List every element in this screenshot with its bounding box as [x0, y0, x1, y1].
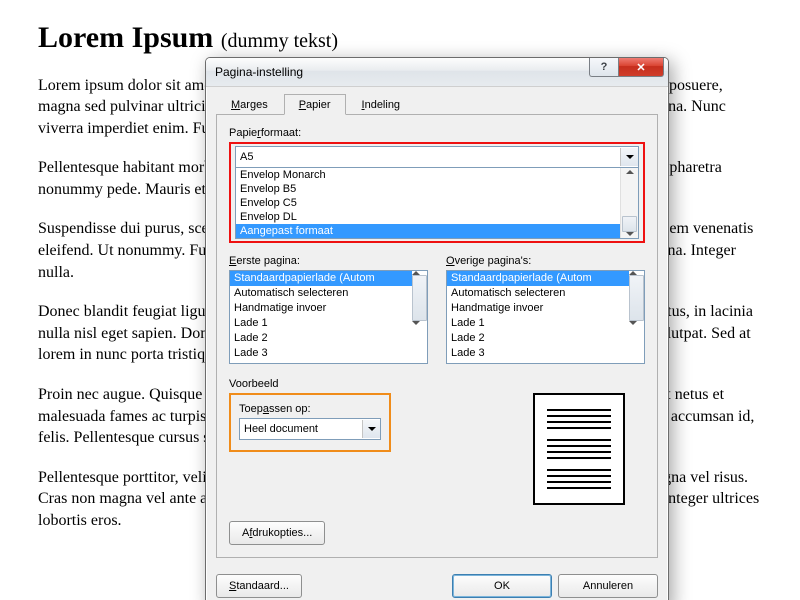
- chevron-down-icon: [626, 155, 634, 159]
- tab-marges[interactable]: Marges: [216, 94, 283, 115]
- other-pages-tray-list[interactable]: Standaardpapierlade (Autom Automatisch s…: [446, 270, 645, 364]
- tray-option[interactable]: Handmatige invoer: [447, 301, 629, 316]
- close-button[interactable]: ✕: [618, 58, 664, 77]
- titlebar[interactable]: Pagina-instelling ? ✕: [206, 58, 668, 87]
- tray-option[interactable]: Lade 1: [230, 316, 412, 331]
- paper-size-dropdown-button[interactable]: [620, 148, 638, 166]
- default-button[interactable]: Standaard...: [216, 574, 302, 598]
- tray-option-selected[interactable]: Standaardpapierlade (Autom: [230, 271, 412, 286]
- first-page-label: Eerste pagina:: [229, 255, 428, 267]
- title-sub: (dummy tekst): [221, 30, 338, 52]
- preview-label: Voorbeeld: [229, 378, 645, 390]
- tray-option[interactable]: Lade 2: [230, 331, 412, 346]
- apply-to-value: Heel document: [240, 423, 362, 435]
- cancel-button[interactable]: Annuleren: [558, 574, 658, 598]
- apply-to-highlight: Toepassen op: Heel document: [229, 393, 391, 452]
- apply-to-combo[interactable]: Heel document: [239, 418, 381, 440]
- size-option[interactable]: Envelop C5: [236, 196, 620, 210]
- page-setup-dialog: Pagina-instelling ? ✕ Marges Papier Inde…: [205, 57, 669, 600]
- tab-indeling[interactable]: Indeling: [347, 94, 416, 115]
- print-options-button[interactable]: Afdrukopties...: [229, 521, 325, 545]
- other-pages-label: Overige pagina's:: [446, 255, 645, 267]
- scroll-down-icon: [629, 321, 637, 325]
- paper-size-value: A5: [236, 151, 620, 163]
- scrollbar-thumb[interactable]: [412, 275, 427, 321]
- tab-strip: Marges Papier Indeling: [216, 93, 658, 115]
- tab-panel-papier: Papierformaat: A5 Envelop Monarch Envelo…: [216, 115, 658, 558]
- size-option[interactable]: Envelop B5: [236, 182, 620, 196]
- scroll-down-icon: [412, 321, 420, 325]
- tray-option[interactable]: Handmatige invoer: [230, 301, 412, 316]
- tray-option[interactable]: Automatisch selecteren: [447, 286, 629, 301]
- ok-button[interactable]: OK: [452, 574, 552, 598]
- paper-size-combo[interactable]: A5: [235, 146, 639, 168]
- scrollbar[interactable]: [412, 271, 427, 363]
- close-icon: ✕: [636, 61, 645, 74]
- scroll-down-icon: [626, 232, 634, 236]
- size-option[interactable]: Envelop DL: [236, 210, 620, 224]
- page-preview-icon: [533, 393, 625, 505]
- apply-to-label: Toepassen op:: [239, 403, 381, 415]
- scrollbar[interactable]: [620, 168, 638, 238]
- apply-to-dropdown-button[interactable]: [362, 420, 380, 438]
- tray-option[interactable]: Lade 3: [230, 346, 412, 361]
- scrollbar-thumb[interactable]: [622, 216, 637, 232]
- tray-option-selected[interactable]: Standaardpapierlade (Autom: [447, 271, 629, 286]
- scrollbar[interactable]: [629, 271, 644, 363]
- chevron-down-icon: [368, 427, 376, 431]
- tray-option[interactable]: Lade 2: [447, 331, 629, 346]
- scroll-up-icon: [626, 170, 634, 174]
- size-option-selected[interactable]: Aangepast formaat: [236, 224, 620, 238]
- tray-option[interactable]: Lade 3: [447, 346, 629, 361]
- help-icon: ?: [601, 61, 608, 73]
- paper-source-section: Eerste pagina: Standaardpapierlade (Auto…: [229, 253, 645, 364]
- tab-papier[interactable]: Papier: [284, 94, 346, 115]
- dialog-title: Pagina-instelling: [215, 65, 303, 79]
- scrollbar-thumb[interactable]: [629, 275, 644, 321]
- tray-option[interactable]: Automatisch selecteren: [230, 286, 412, 301]
- tray-option[interactable]: Lade 1: [447, 316, 629, 331]
- title-main: Lorem Ipsum: [38, 21, 213, 54]
- document-title: Lorem Ipsum (dummy tekst): [38, 18, 768, 59]
- first-page-tray-list[interactable]: Standaardpapierlade (Autom Automatisch s…: [229, 270, 428, 364]
- paper-size-dropdown-list[interactable]: Envelop Monarch Envelop B5 Envelop C5 En…: [235, 168, 639, 239]
- help-button[interactable]: ?: [589, 58, 618, 77]
- paper-format-label: Papierformaat:: [229, 127, 645, 139]
- dialog-footer: Standaard... OK Annuleren: [206, 568, 668, 600]
- paper-size-highlight: A5 Envelop Monarch Envelop B5 Envelop C5…: [229, 142, 645, 243]
- size-option[interactable]: Envelop Monarch: [236, 168, 620, 182]
